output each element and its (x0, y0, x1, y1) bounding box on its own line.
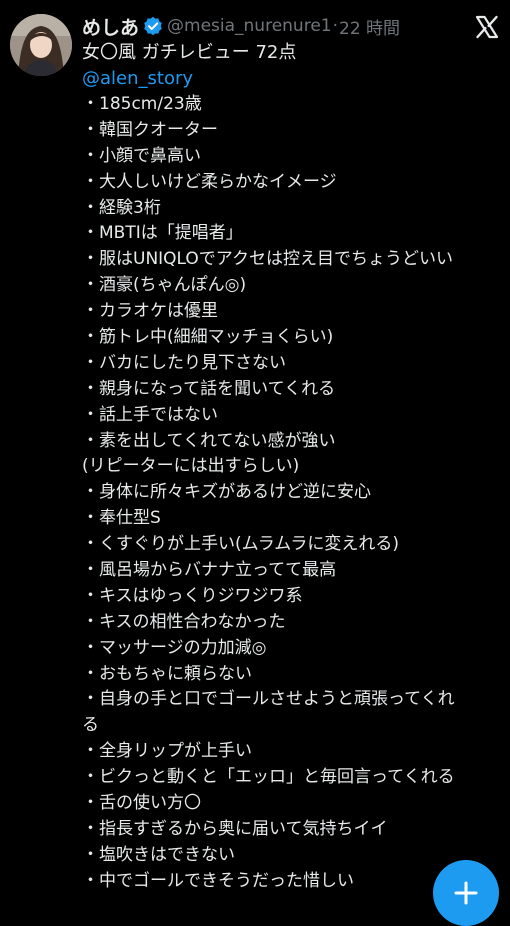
tweet-line: ・酒豪(ちゃんぽん◎) (82, 275, 247, 296)
tweet-line: ・奉仕型S (82, 508, 161, 529)
tweet-line: ・185cm/23歳 (82, 94, 202, 114)
separator-dot: · (332, 16, 339, 36)
tweet-line: (リピーターには出すらしい) (82, 456, 300, 477)
tweet-header: めしあ @mesia_nurenure1 · 22 時間 (82, 12, 400, 40)
user-handle[interactable]: @mesia_nurenure1 (167, 16, 332, 36)
tweet-line: ・経験3桁 (82, 197, 161, 218)
tweet-line: ・マッサージの力加減◎ (82, 637, 267, 658)
compose-button[interactable] (433, 860, 499, 926)
tweet-line: ・韓国クオーター (82, 119, 218, 140)
avatar-image (10, 14, 72, 76)
tweet-line: ・小顔で鼻高い (82, 145, 201, 166)
tweet-line: ・カラオケは優里 (82, 301, 218, 322)
mention-link[interactable]: @alen_story (82, 66, 193, 92)
timestamp[interactable]: 22 時間 (339, 14, 400, 39)
tweet-line: ・くすぐりが上手い(ムラムラに変えれる) (82, 534, 400, 555)
tweet: めしあ @mesia_nurenure1 · 22 時間 女〇風 ガチレビュー … (0, 0, 510, 926)
avatar[interactable] (10, 14, 72, 76)
tweet-headline: 女〇風 ガチレビュー 72点 (82, 42, 297, 63)
tweet-line: ・指長すぎるから奥に届いて気持ちイイ (82, 818, 388, 839)
tweet-line: ・親身になって話を聞いてくれる (82, 378, 336, 399)
tweet-line: ・おもちゃに頼らない (82, 663, 252, 684)
tweet-line: ・塩吹きはできない (82, 844, 235, 865)
tweet-line: ・服はUNIQLOでアクセは控え目でちょうどいい (82, 249, 453, 270)
tweet-line: ・大人しいけど柔らかなイメージ (82, 171, 337, 192)
verified-badge-icon (143, 16, 163, 36)
tweet-line: ・自身の手と口でゴールさせようと頑張ってくれ (82, 689, 455, 710)
tweet-body: ・185cm/23歳 ・韓国クオーター ・小顔で鼻高い ・大人しいけど柔らかなイ… (82, 92, 502, 895)
tweet-line: ・身体に所々キズがあるけど逆に安心 (82, 482, 371, 503)
x-logo-icon[interactable] (474, 14, 500, 40)
tweet-line: ・素を出してくれてない感が強い (82, 430, 336, 451)
plus-icon (454, 881, 478, 905)
tweet-line: ・キスの相性合わなかった (82, 611, 286, 632)
tweet-line: ・風呂場からバナナ立ってて最高 (82, 560, 337, 581)
tweet-line: る (82, 715, 99, 736)
tweet-line: ・話上手ではない (82, 404, 218, 425)
tweet-line: ・MBTIは「提唱者」 (82, 223, 243, 244)
display-name[interactable]: めしあ (82, 13, 139, 40)
tweet-line: ・キスはゆっくりジワジワ系 (82, 585, 303, 606)
tweet-line: ・筋トレ中(細細マッチョくらい) (82, 327, 334, 348)
tweet-line: ・舌の使い方〇 (82, 793, 201, 814)
tweet-line: ・ビクっと動くと「エッロ」と毎回言ってくれる (82, 767, 455, 788)
tweet-line: ・全身リップが上手い (82, 741, 252, 762)
tweet-line: ・バカにしたり見下さない (82, 352, 286, 373)
